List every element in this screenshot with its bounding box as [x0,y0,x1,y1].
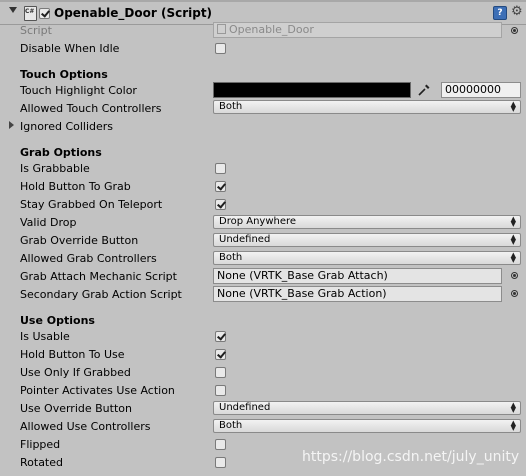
disable-when-idle-checkbox[interactable] [215,43,226,54]
csharp-script-icon [24,6,37,21]
hold-button-to-use-checkbox[interactable] [215,349,226,360]
component-enabled-checkbox[interactable] [39,8,50,19]
stay-grabbed-on-teleport-checkbox[interactable] [215,199,226,210]
allowed-use-controllers-value: Both [219,420,243,431]
pointer-activates-use-action-checkbox[interactable] [215,385,226,396]
script-asset-icon [217,24,226,34]
ignored-colliders-foldout-icon[interactable] [9,121,14,129]
grab-attach-picker-icon[interactable] [511,272,518,279]
ignored-colliders-label[interactable]: Ignored Colliders [20,120,113,133]
touch-options-heading: Touch Options [20,68,108,81]
allowed-grab-controllers-dropdown[interactable]: Both ▲ ▼ [213,251,521,265]
dropdown-arrows-icon: ▲ ▼ [510,401,516,414]
use-override-button-dropdown[interactable]: Undefined ▲ ▼ [213,401,521,415]
script-field: Openable_Door [213,22,502,38]
is-usable-label: Is Usable [20,330,70,343]
flipped-checkbox[interactable] [215,439,226,450]
touch-highlight-color-label: Touch Highlight Color [20,84,137,97]
use-only-if-grabbed-checkbox[interactable] [215,367,226,378]
disable-when-idle-label: Disable When Idle [20,42,120,55]
foldout-arrow-icon[interactable] [9,7,17,13]
allowed-touch-controllers-label: Allowed Touch Controllers [20,102,162,115]
touch-highlight-color-hex-field[interactable]: 00000000 [441,82,521,98]
help-icon[interactable]: ? [493,6,507,20]
secondary-grab-action-script-value: None (VRTK_Base Grab Action) [217,287,387,300]
dropdown-arrows-icon: ▲ ▼ [510,100,516,113]
script-field-value: Openable_Door [229,23,314,36]
allowed-use-controllers-dropdown[interactable]: Both ▲ ▼ [213,419,521,433]
use-override-button-value: Undefined [219,402,271,413]
eyedropper-icon[interactable] [417,83,431,97]
script-label: Script [20,24,52,37]
grab-attach-mechanic-script-field[interactable]: None (VRTK_Base Grab Attach) [213,268,502,284]
pointer-activates-use-action-label: Pointer Activates Use Action [20,384,175,397]
secondary-grab-action-script-label: Secondary Grab Action Script [20,288,182,301]
grab-override-button-value: Undefined [219,234,271,245]
hold-button-to-grab-checkbox[interactable] [215,181,226,192]
dropdown-arrows-icon: ▲ ▼ [510,233,516,246]
grab-override-button-label: Grab Override Button [20,234,139,247]
dropdown-arrows-icon: ▲ ▼ [510,419,516,432]
script-picker-icon[interactable] [511,27,518,34]
secondary-grab-action-script-field[interactable]: None (VRTK_Base Grab Action) [213,286,502,302]
allowed-touch-controllers-dropdown[interactable]: Both ▲ ▼ [213,100,521,114]
component-header[interactable]: Openable_Door (Script) ? ⚙ [0,2,526,24]
allowed-use-controllers-label: Allowed Use Controllers [20,420,151,433]
grab-attach-mechanic-script-label: Grab Attach Mechanic Script [20,270,177,283]
use-options-heading: Use Options [20,314,95,327]
is-grabbable-checkbox[interactable] [215,163,226,174]
grab-options-heading: Grab Options [20,146,102,159]
valid-drop-value: Drop Anywhere [219,216,297,227]
rotated-checkbox[interactable] [215,457,226,468]
rotated-label: Rotated [20,456,63,469]
allowed-grab-controllers-label: Allowed Grab Controllers [20,252,157,265]
gear-icon[interactable]: ⚙ [511,4,523,19]
dropdown-arrows-icon: ▲ ▼ [510,215,516,228]
dropdown-arrows-icon: ▲ ▼ [510,251,516,264]
grab-attach-mechanic-script-value: None (VRTK_Base Grab Attach) [217,269,388,282]
valid-drop-label: Valid Drop [20,216,77,229]
watermark-text: https://blog.csdn.net/july_unity [302,449,520,465]
hold-button-to-grab-label: Hold Button To Grab [20,180,131,193]
is-usable-checkbox[interactable] [215,331,226,342]
is-grabbable-label: Is Grabbable [20,162,90,175]
component-title: Openable_Door (Script) [54,6,213,20]
allowed-touch-controllers-value: Both [219,101,243,112]
stay-grabbed-on-teleport-label: Stay Grabbed On Teleport [20,198,163,211]
secondary-grab-action-picker-icon[interactable] [511,290,518,297]
flipped-label: Flipped [20,438,61,451]
touch-highlight-color-swatch[interactable] [213,82,411,98]
use-override-button-label: Use Override Button [20,402,132,415]
hold-button-to-use-label: Hold Button To Use [20,348,125,361]
valid-drop-dropdown[interactable]: Drop Anywhere ▲ ▼ [213,215,521,229]
grab-override-button-dropdown[interactable]: Undefined ▲ ▼ [213,233,521,247]
allowed-grab-controllers-value: Both [219,252,243,263]
use-only-if-grabbed-label: Use Only If Grabbed [20,366,131,379]
